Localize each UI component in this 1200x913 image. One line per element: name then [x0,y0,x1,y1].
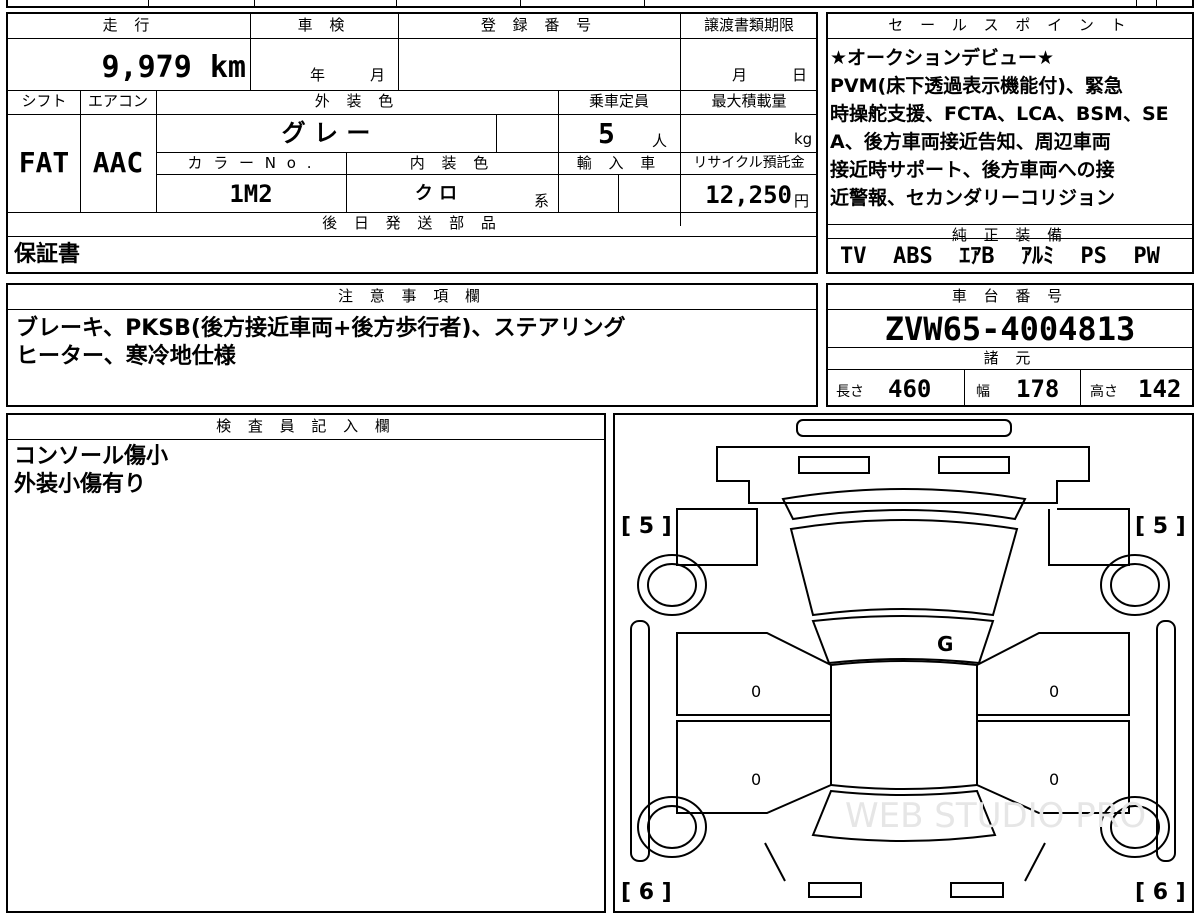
later-parts-header: 後 日 発 送 部 品 [322,214,502,232]
front-light-right [938,456,1010,474]
notes-line: ブレーキ、PKSB(後方接近車両+後方歩行者)、ステアリング [16,316,626,341]
door-fr-value: 0 [1049,682,1059,701]
sales-point-line: ★オークションデビュー★ [830,47,1055,69]
registration-header: 登 録 番 号 [480,16,598,34]
length-value: 460 [888,375,932,403]
width-value: 178 [1016,375,1060,403]
rear-light-left [808,882,862,898]
tire-rear-right-depth: [ 6 ] [1135,880,1186,905]
inspector-box: 検 査 員 記 入 欄 コンソール傷小 外装小傷有り [6,413,606,913]
interior-color-value: ク ロ [414,183,458,204]
sales-point-line: A、後方車両接近告知、周辺車両 [830,131,1111,153]
notes-text: ブレーキ、PKSB(後方接近車両+後方歩行者)、ステアリング ヒーター、寒冷地仕… [16,315,625,371]
specs-header: 諸 元 [983,349,1037,367]
notes-box: 注 意 事 項 欄 ブレーキ、PKSB(後方接近車両+後方歩行者)、ステアリング… [6,283,818,407]
inspector-line: コンソール傷小 [14,444,169,469]
sales-point-line: 時操舵支援、FCTA、LCA、BSM、SE [830,103,1169,125]
capacity-value: 5 [598,117,615,150]
door-front-left [676,632,832,716]
chassis-header: 車 台 番 号 [951,287,1069,305]
aircon-header: エアコン [87,92,148,110]
interior-color-header: 内 装 色 [409,154,495,172]
mileage-value: 9,979 km [101,50,247,85]
capacity-header: 乗車定員 [588,92,649,110]
inspection-header: 車 検 [297,16,351,34]
rear-quarter-lines [764,842,1046,882]
notes-line: ヒーター、寒冷地仕様 [16,344,236,369]
door-rear-left [676,720,832,814]
sales-points-text: ★オークションデビュー★ PVM(床下透過表示機能付)、緊急 時操舵支援、FCT… [830,44,1192,212]
exterior-color-header: 外 装 色 [314,92,400,110]
roof [830,660,978,790]
sales-point-line: PVM(床下透過表示機能付)、緊急 [830,75,1123,97]
car-diagram: [ 5 ] [ 5 ] [ 6 ] [ 6 ] G 0 0 0 0 WEB ST… [613,413,1194,913]
recycle-fee-value: 12,250 [705,181,792,209]
aircon-value: AAC [92,146,144,179]
notes-header: 注 意 事 項 欄 [337,287,487,305]
front-right-fender [1048,508,1130,566]
sales-points-header: セ ー ル ス ポ イ ン ト [888,16,1132,34]
width-label: 幅 [976,384,990,400]
height-value: 142 [1138,375,1182,403]
later-parts-value: 保証書 [14,242,81,267]
hood [789,519,1019,617]
car-outline-svg: [ 5 ] [ 5 ] [ 6 ] [ 6 ] G 0 0 0 0 WEB ST… [621,419,1186,905]
inspection-month-unit: 月 [370,66,386,84]
chassis-box: 車 台 番 号 ZVW65-4004813 諸 元 長さ 460 幅 178 高… [826,283,1194,407]
door-fl-value: 0 [751,682,761,701]
vehicle-info-table: 走 行 車 検 登 録 番 号 譲渡書類期限 9,979 km 年 月 月 日 … [6,12,818,274]
left-side-sill [630,620,650,862]
inspector-text: コンソール傷小 外装小傷有り [14,443,168,499]
recycle-fee-header: リサイクル預託金 [693,155,805,171]
interior-color-suffix: 系 [534,192,550,210]
recycle-fee-unit: 円 [794,192,810,210]
windshield [811,615,995,665]
inspector-header: 検 査 員 記 入 欄 [216,417,396,435]
max-load-header: 最大積載量 [711,92,787,110]
door-front-right [976,632,1130,716]
door-rl-value: 0 [751,770,761,789]
tire-front-left-depth: [ 5 ] [621,514,672,539]
transfer-day-unit: 日 [792,66,808,84]
color-no-value: 1M2 [229,180,273,208]
max-load-unit: kg [794,130,813,148]
color-no-header: カ ラ ー N o . [187,154,315,172]
front-bumper [796,419,1012,437]
sales-point-line: 近警報、セカンダリーコリジョン [830,187,1116,209]
transfer-month-unit: 月 [732,66,748,84]
door-rr-value: 0 [1049,770,1059,789]
rear-light-right [950,882,1004,898]
inspector-line: 外装小傷有り [14,472,147,497]
chassis-number: ZVW65-4004813 [884,310,1136,348]
sales-points-box: セ ー ル ス ポ イ ン ト ★オークションデビュー★ PVM(床下透過表示機… [826,12,1194,274]
mileage-header: 走 行 [102,16,156,34]
front-left-fender [676,508,758,566]
height-label: 高さ [1090,384,1118,400]
shift-header: シフト [21,92,67,110]
shift-value: FAT [18,146,70,179]
sales-point-line: 接近時サポート、後方車両への接 [830,159,1115,181]
capacity-unit: 人 [652,132,668,150]
tire-front-right-depth: [ 5 ] [1135,514,1186,539]
front-light-left [798,456,870,474]
damage-mark-g: G [937,632,953,656]
watermark: WEB STUDIO PRO [845,796,1146,836]
inspection-year-unit: 年 [310,66,326,84]
length-label: 長さ [836,384,864,400]
hood-front-outline [716,446,1090,504]
tire-rear-left-depth: [ 6 ] [621,880,672,905]
top-partial-strip [6,0,1194,8]
exterior-color-value: グ レ ー [281,119,371,147]
transfer-deadline-header: 譲渡書類期限 [703,16,794,34]
import-header: 輸 入 車 [576,154,662,172]
genuine-equipment-value: TV ABS ｴｱB ｱﾙﾐ PS PW [840,244,1160,269]
